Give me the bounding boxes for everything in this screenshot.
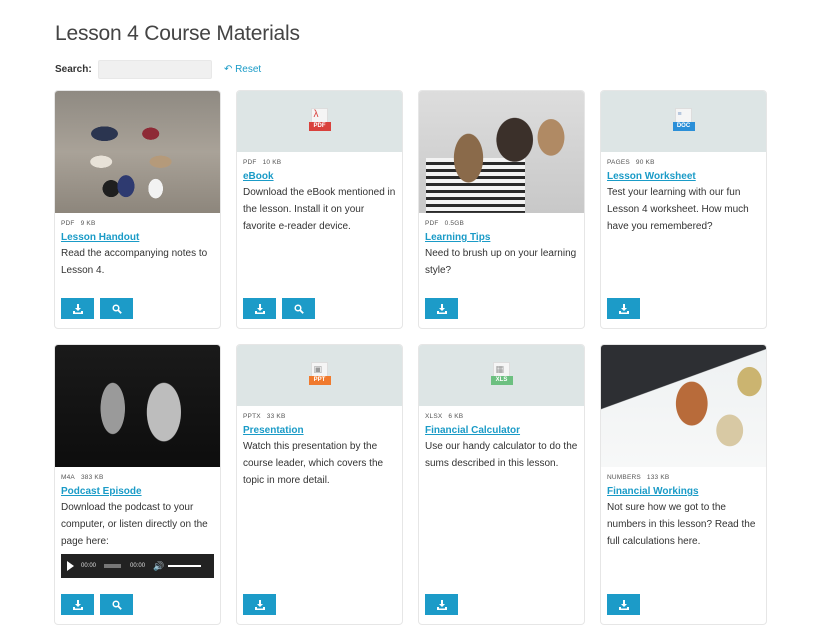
download-button[interactable] — [607, 298, 640, 319]
undo-arrow-icon: ↷ — [223, 63, 233, 75]
material-card: PDF 9 KB Lesson Handout Read the accompan… — [54, 90, 221, 329]
file-type: PPTX — [243, 413, 261, 420]
file-meta: PDF 9 KB — [61, 219, 214, 229]
item-title-link[interactable]: Financial Calculator — [425, 424, 578, 437]
item-description: Need to brush up on your learning style? — [425, 248, 577, 276]
file-size: 6 KB — [448, 413, 464, 420]
audio-player: 00:00 00:00 🔊 — [61, 554, 214, 578]
item-title-link[interactable]: Learning Tips — [425, 231, 578, 244]
thumbnail-file-icon[interactable]: ≡ DOC — [601, 91, 766, 152]
item-title-link[interactable]: eBook — [243, 170, 396, 183]
file-type: PDF — [425, 220, 439, 227]
file-meta: PAGES 90 KB — [607, 158, 760, 168]
ppt-file-icon: ▣ PPT — [308, 361, 331, 390]
pdf-file-icon: λ PDF — [308, 107, 331, 136]
file-size: 0.5GB — [444, 220, 465, 227]
search-icon — [293, 303, 304, 314]
file-type: NUMBERS — [607, 474, 641, 481]
material-card: λ PDF PDF 10 KB eBook Download the eBook … — [236, 90, 403, 329]
file-type: PDF — [61, 220, 75, 227]
page-title: Lesson 4 Course Materials — [55, 22, 300, 45]
file-meta: M4A 383 KB — [61, 473, 214, 483]
download-icon — [254, 303, 265, 314]
file-meta: PDF 0.5GB — [425, 219, 578, 229]
material-card: ▣ PPT PPTX 33 KB Presentation Watch this … — [236, 344, 403, 625]
xls-file-icon: ▦ XLS — [490, 361, 513, 390]
download-icon — [618, 303, 629, 314]
file-type: PAGES — [607, 159, 630, 166]
download-icon — [72, 599, 83, 610]
item-title-link[interactable]: Presentation — [243, 424, 396, 437]
file-meta: PDF 10 KB — [243, 158, 396, 168]
material-card: PDF 0.5GB Learning Tips Need to brush up … — [418, 90, 585, 329]
download-icon — [254, 599, 265, 610]
item-title-link[interactable]: Podcast Episode — [61, 485, 214, 498]
volume-slider[interactable] — [168, 565, 202, 567]
file-meta: NUMBERS 133 KB — [607, 473, 760, 483]
download-button[interactable] — [61, 594, 94, 615]
thumbnail-file-icon[interactable]: ▣ PPT — [237, 345, 402, 406]
item-description: Download the podcast to your computer, o… — [61, 502, 208, 547]
file-size: 10 KB — [262, 159, 282, 166]
material-card: NUMBERS 133 KB Financial Workings Not sur… — [600, 344, 767, 625]
file-meta: XLSX 6 KB — [425, 412, 578, 422]
reset-link[interactable]: ↷ Reset — [224, 64, 262, 75]
download-button[interactable] — [425, 594, 458, 615]
download-icon — [618, 599, 629, 610]
item-title-link[interactable]: Financial Workings — [607, 485, 760, 498]
file-size: 90 KB — [635, 159, 655, 166]
material-card: ≡ DOC PAGES 90 KB Lesson Worksheet Test y… — [600, 90, 767, 329]
item-title-link[interactable]: Lesson Handout — [61, 231, 214, 244]
audio-current-time: 00:00 — [81, 563, 97, 569]
reset-label: Reset — [235, 63, 262, 75]
file-type: PDF — [243, 159, 257, 166]
download-button[interactable] — [243, 298, 276, 319]
doc-file-icon: ≡ DOC — [672, 107, 695, 136]
search-bar: Search: ↷ Reset — [55, 59, 261, 79]
download-icon — [436, 303, 447, 314]
material-card: M4A 383 KB Podcast Episode Download the p… — [54, 344, 221, 625]
audio-duration: 00:00 — [130, 563, 146, 569]
thumbnail-file-icon[interactable]: λ PDF — [237, 91, 402, 152]
material-card: ▦ XLS XLSX 6 KB Financial Calculator Use … — [418, 344, 585, 625]
search-icon — [111, 303, 122, 314]
download-button[interactable] — [607, 594, 640, 615]
file-meta: PPTX 33 KB — [243, 412, 396, 422]
download-button[interactable] — [425, 298, 458, 319]
file-size: 9 KB — [80, 220, 96, 227]
download-icon — [436, 599, 447, 610]
preview-button[interactable] — [100, 298, 133, 319]
search-label: Search: — [55, 63, 92, 75]
preview-button[interactable] — [100, 594, 133, 615]
download-icon — [72, 303, 83, 314]
audio-progress-bar[interactable] — [104, 564, 122, 568]
preview-button[interactable] — [282, 298, 315, 319]
file-size: 133 KB — [646, 474, 670, 481]
item-title-link[interactable]: Lesson Worksheet — [607, 170, 760, 183]
item-description: Read the accompanying notes to Lesson 4. — [61, 248, 208, 276]
item-description: Test your learning with our fun Lesson 4… — [607, 187, 749, 232]
file-size: 33 KB — [266, 413, 286, 420]
item-description: Watch this presentation by the course le… — [243, 441, 384, 486]
play-icon[interactable] — [67, 561, 74, 571]
volume-icon[interactable]: 🔊 — [153, 561, 164, 572]
materials-grid: PDF 9 KB Lesson Handout Read the accompan… — [54, 90, 767, 625]
download-button[interactable] — [243, 594, 276, 615]
file-size: 383 KB — [80, 474, 104, 481]
item-description: Download the eBook mentioned in the less… — [243, 187, 396, 232]
thumbnail-coins-photo[interactable] — [601, 345, 766, 467]
search-input[interactable] — [97, 59, 212, 79]
thumbnail-audience-photo[interactable] — [419, 91, 584, 213]
thumbnail-shoes-photo[interactable] — [55, 91, 220, 213]
thumbnail-microphone-photo[interactable] — [55, 345, 220, 467]
item-description: Use our handy calculator to do the sums … — [425, 441, 578, 469]
file-type: M4A — [61, 474, 75, 481]
search-icon — [111, 599, 122, 610]
file-type: XLSX — [425, 413, 443, 420]
thumbnail-file-icon[interactable]: ▦ XLS — [419, 345, 584, 406]
download-button[interactable] — [61, 298, 94, 319]
item-description: Not sure how we got to the numbers in th… — [607, 502, 756, 547]
